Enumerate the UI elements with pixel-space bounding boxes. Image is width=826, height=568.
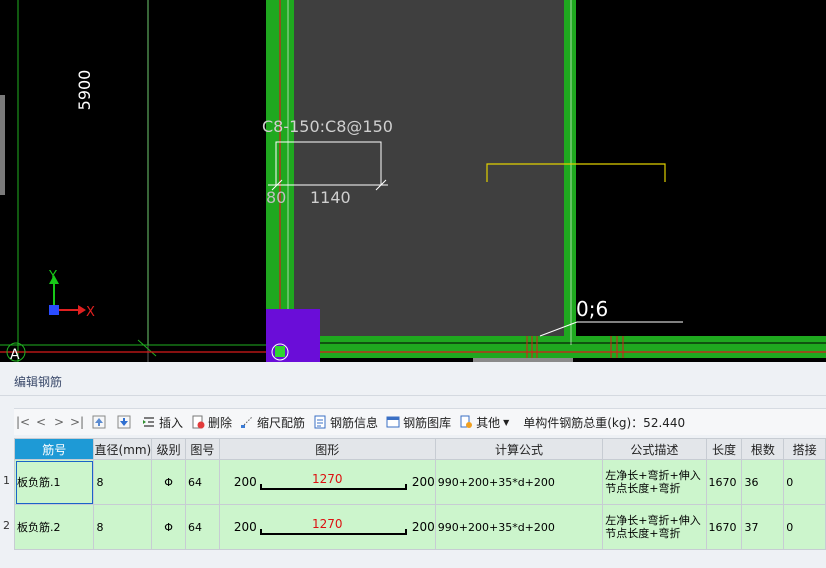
- cell-grade[interactable]: Φ: [151, 459, 186, 505]
- other-label: 其他: [476, 415, 501, 430]
- scale-rebar-button[interactable]: 缩尺配筋: [240, 414, 305, 431]
- row-number: 1: [3, 474, 10, 487]
- rebar-label: C8-150:C8@150: [262, 117, 393, 136]
- row-number: 2: [3, 519, 10, 532]
- document-icon: [314, 415, 326, 429]
- delete-icon: [192, 415, 205, 429]
- cell-length[interactable]: 1670: [705, 459, 743, 505]
- other-dropdown[interactable]: 其他 ▼: [459, 414, 509, 431]
- right-slab-bg: [586, 0, 826, 330]
- col-header-shape[interactable]: 图形: [218, 438, 436, 460]
- delete-button[interactable]: 删除: [191, 414, 232, 431]
- insert-button[interactable]: 插入: [142, 414, 183, 431]
- cell-bar-name[interactable]: 1 板负筋.1: [3, 459, 95, 505]
- rebar-info-button[interactable]: 钢筋信息: [313, 414, 378, 431]
- cell-figure-no[interactable]: 64: [184, 459, 220, 505]
- splitter-handle[interactable]: [0, 95, 5, 195]
- move-down-button[interactable]: [117, 415, 134, 429]
- column[interactable]: [266, 309, 320, 362]
- edit-rebar-panel: 编辑钢筋 |< < > >| 插入 删除 缩尺配筋 钢筋信息 钢筋图库 其他 ▼…: [0, 362, 826, 568]
- table-row[interactable]: 1 板负筋.1 8 Φ 64 200 1270 200 990+200+35*d…: [3, 459, 826, 505]
- axis-y-label: Y: [48, 269, 57, 284]
- slab-region[interactable]: [294, 0, 564, 336]
- col-header-bar-no[interactable]: 筋号: [13, 438, 95, 460]
- grid-tick: [137, 339, 157, 357]
- rebar-shape-diagram: 200 1270 200: [222, 505, 435, 549]
- col-header-length[interactable]: 长度: [705, 438, 743, 460]
- col-header-description[interactable]: 公式描述: [602, 438, 707, 460]
- dim-vertical-text: 5900: [75, 70, 94, 111]
- grid-label: A: [10, 347, 20, 362]
- origin-icon: [49, 305, 59, 315]
- table-row[interactable]: 2 板负筋.2 8 Φ 64 200 1270 200 990+200+35*d…: [3, 504, 826, 550]
- col-header-figure-no[interactable]: 图号: [184, 438, 220, 460]
- dim-left-text: 80: [266, 188, 286, 207]
- cell-figure-no[interactable]: 64: [184, 504, 220, 550]
- rebar-info-label: 钢筋信息: [330, 415, 379, 430]
- col-header-lap[interactable]: 搭接: [783, 438, 826, 460]
- move-up-button[interactable]: [92, 415, 109, 429]
- cell-diameter[interactable]: 8: [93, 459, 153, 505]
- shape-mid-value: 1270: [312, 472, 343, 486]
- gap: [576, 0, 586, 330]
- last-record-button[interactable]: >|: [68, 415, 86, 429]
- scale-icon: [241, 416, 253, 428]
- cell-diameter[interactable]: 8: [93, 504, 153, 550]
- total-weight-text: 单构件钢筋总重(kg)：52.440: [523, 415, 686, 430]
- cell-lap[interactable]: 0: [783, 504, 826, 550]
- prev-record-button[interactable]: <: [32, 415, 50, 429]
- cell-formula[interactable]: 990+200+35*d+200: [434, 504, 604, 550]
- cell-description[interactable]: 左净长+弯折+伸入节点长度+弯折: [602, 459, 707, 505]
- col-header-count[interactable]: 根数: [741, 438, 785, 460]
- arrow-up-icon: [92, 415, 106, 429]
- shape-right-value: 200: [411, 475, 435, 489]
- dim-main-text: 1140: [310, 188, 351, 207]
- col-header-grade[interactable]: 级别: [151, 438, 186, 460]
- shape-right-value: 200: [411, 520, 435, 534]
- col-header-diameter[interactable]: 直径(mm): [93, 438, 153, 460]
- scale-rebar-label: 缩尺配筋: [257, 415, 306, 430]
- selection-grip[interactable]: [275, 346, 285, 357]
- cell-description[interactable]: 左净长+弯折+伸入节点长度+弯折: [602, 504, 707, 550]
- cell-lap[interactable]: 0: [783, 459, 826, 505]
- beam-bottom[interactable]: [294, 336, 826, 358]
- cell-count[interactable]: 36: [741, 459, 785, 505]
- gear-doc-icon: [460, 415, 473, 428]
- first-record-button[interactable]: |<: [14, 415, 32, 429]
- rebar-table: 筋号 直径(mm) 级别 图号 图形 计算公式 公式描述 长度 根数 搭接 1 …: [3, 438, 826, 550]
- library-icon: [386, 416, 400, 428]
- panel-title: 编辑钢筋: [0, 368, 826, 396]
- delete-label: 删除: [208, 415, 233, 430]
- insert-label: 插入: [159, 415, 184, 430]
- rebar-library-label: 钢筋图库: [403, 415, 452, 430]
- cad-drawing: 5900 C8-150:C8@150 80 1140 0;6 Y X A: [0, 0, 826, 362]
- chevron-down-icon: ▼: [503, 417, 510, 427]
- toolbar: |< < > >| 插入 删除 缩尺配筋 钢筋信息 钢筋图库 其他 ▼ 单构件钢…: [14, 408, 826, 435]
- cell-shape[interactable]: 200 1270 200: [218, 459, 436, 505]
- cad-drawing-canvas[interactable]: 5900 C8-150:C8@150 80 1140 0;6 Y X A: [0, 0, 826, 362]
- rebar-shape-diagram: 200 1270 200: [222, 460, 435, 504]
- beam-middle[interactable]: [564, 0, 576, 345]
- cell-length[interactable]: 1670: [705, 504, 743, 550]
- axis-x-label: X: [86, 305, 95, 320]
- cell-formula[interactable]: 990+200+35*d+200: [434, 459, 604, 505]
- shape-mid-value: 1270: [312, 517, 343, 531]
- arrow-down-icon: [117, 415, 131, 429]
- cell-count[interactable]: 37: [741, 504, 785, 550]
- insert-icon: [143, 417, 154, 427]
- table-header-row: 筋号 直径(mm) 级别 图号 图形 计算公式 公式描述 长度 根数 搭接: [13, 438, 826, 460]
- cell-bar-name[interactable]: 2 板负筋.2: [3, 504, 95, 550]
- col-header-formula[interactable]: 计算公式: [434, 438, 604, 460]
- cell-shape[interactable]: 200 1270 200: [218, 504, 436, 550]
- rebar-library-button[interactable]: 钢筋图库: [386, 414, 451, 431]
- next-record-button[interactable]: >: [50, 415, 68, 429]
- mark-label: 0;6: [576, 297, 608, 321]
- cell-grade[interactable]: Φ: [151, 504, 186, 550]
